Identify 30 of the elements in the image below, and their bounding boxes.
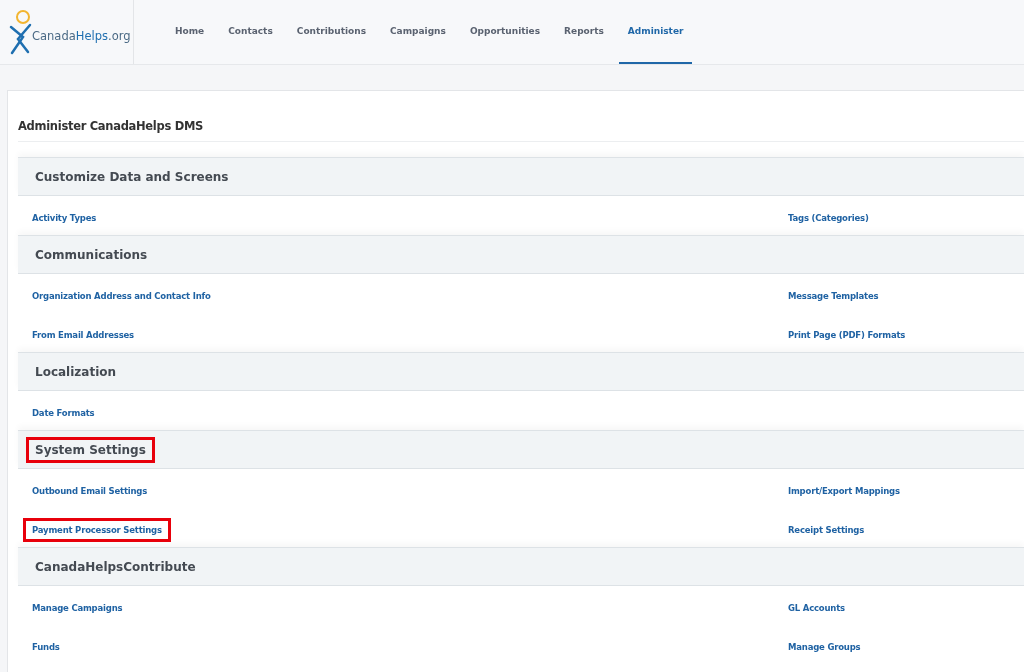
admin-link[interactable]: Print Page (PDF) Formats <box>779 323 915 347</box>
nav-tab[interactable]: Reports <box>555 0 613 64</box>
nav-tab[interactable]: Administer <box>618 0 693 64</box>
logo-text: CanadaHelps.org <box>32 29 131 43</box>
section-title: Communications <box>34 246 149 264</box>
nav-tab[interactable]: Contributions <box>287 0 375 64</box>
admin-link[interactable]: From Email Addresses <box>23 323 143 347</box>
section-title: System Settings <box>26 436 155 463</box>
admin-link[interactable]: Manage Groups <box>779 635 870 659</box>
admin-link[interactable]: Payment Processor Settings <box>23 518 171 542</box>
nav-tab[interactable]: Campaigns <box>381 0 455 64</box>
admin-link[interactable]: Date Formats <box>23 401 104 425</box>
nav-tab[interactable]: Home <box>166 0 214 64</box>
admin-link[interactable]: Funds <box>23 635 69 659</box>
admin-link[interactable]: Receipt Settings <box>779 518 874 542</box>
admin-link[interactable]: Outbound Email Settings <box>23 479 157 503</box>
admin-link[interactable]: GL Accounts <box>779 596 854 620</box>
section-title: CanadaHelpsContribute <box>34 558 197 576</box>
section-title: Customize Data and Screens <box>34 168 230 186</box>
admin-link[interactable]: Manage Campaigns <box>23 596 132 620</box>
admin-link[interactable]: Activity Types <box>23 206 106 230</box>
section-title: Localization <box>34 363 118 381</box>
admin-link[interactable]: Import/Export Mappings <box>779 479 909 503</box>
nav-tab[interactable]: Opportunities <box>460 0 550 64</box>
admin-link[interactable]: Tags (Categories) <box>779 206 878 230</box>
admin-link[interactable]: Message Templates <box>779 284 888 308</box>
admin-link[interactable]: Organization Address and Contact Info <box>23 284 220 308</box>
stick-figure-logo-icon <box>8 9 34 55</box>
nav-tab[interactable]: Contacts <box>219 0 282 64</box>
page-title: Administer CanadaHelps DMS <box>18 119 1024 142</box>
